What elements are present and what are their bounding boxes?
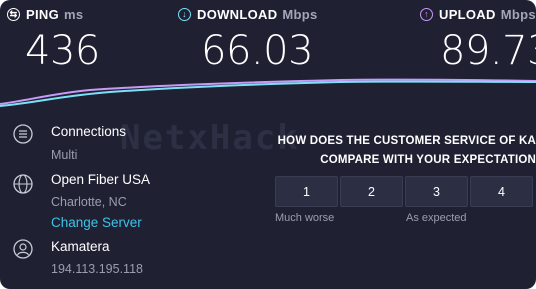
download-label: DOWNLOAD <box>197 6 278 22</box>
connections-mode[interactable]: Multi <box>51 148 126 162</box>
upload-metric: ↑ UPLOAD Mbps 89.73 <box>420 0 536 71</box>
upload-header: ↑ UPLOAD Mbps <box>420 0 536 28</box>
download-metric: ↓ DOWNLOAD Mbps 66.03 <box>178 0 318 71</box>
ping-header: ⇆ PING ms <box>7 0 100 28</box>
rating-option-1[interactable]: 1 <box>275 176 338 207</box>
ping-icon: ⇆ <box>7 7 20 21</box>
client-ip: 194.113.195.118 <box>51 262 143 276</box>
survey-question-line2: COMPARE WITH YOUR EXPECTATION <box>320 154 536 166</box>
upload-value: 89.73 <box>440 28 536 74</box>
globe-icon <box>13 174 33 194</box>
rating-option-4[interactable]: 4 <box>470 176 533 207</box>
server-location: Charlotte, NC <box>51 195 127 209</box>
speed-graph <box>0 78 536 107</box>
upload-unit: Mbps <box>500 6 536 22</box>
survey-question: HOW DOES THE CUSTOMER SERVICE OF KA COMP… <box>260 132 536 170</box>
user-icon <box>13 239 33 259</box>
ping-value: 436 <box>25 28 100 74</box>
scale-mid-label: As expected <box>406 212 467 224</box>
ping-unit: ms <box>63 6 84 22</box>
survey-question-line1: HOW DOES THE CUSTOMER SERVICE OF KA <box>277 135 536 147</box>
download-arrow-icon: ↓ <box>178 7 191 21</box>
connections-title: Connections <box>51 124 127 139</box>
rating-option-3[interactable]: 3 <box>405 176 468 207</box>
download-header: ↓ DOWNLOAD Mbps <box>178 0 318 28</box>
speedtest-result-panel: NetxHack ⇆ PING ms 436 ↓ DOWNLOAD Mbps 6… <box>0 0 536 289</box>
download-value: 66.03 <box>201 28 314 74</box>
upload-label: UPLOAD <box>439 6 496 22</box>
download-unit: Mbps <box>282 6 318 22</box>
upload-arrow-icon: ↑ <box>420 7 433 21</box>
ping-metric: ⇆ PING ms 436 <box>7 0 100 71</box>
client-host: Kamatera <box>51 239 110 254</box>
scale-low-label: Much worse <box>275 212 335 224</box>
rating-option-2[interactable]: 2 <box>340 176 403 207</box>
client-info: Kamatera 194.113.195.118 <box>51 239 143 276</box>
server-provider: Open Fiber USA <box>51 172 151 187</box>
connections-info: Connections Multi <box>51 124 126 162</box>
ping-label: PING <box>26 6 59 22</box>
connections-icon <box>13 124 33 144</box>
download-graph-line <box>0 80 536 107</box>
change-server-link[interactable]: Change Server <box>51 215 150 230</box>
server-info: Open Fiber USA Charlotte, NC Change Serv… <box>51 172 150 230</box>
